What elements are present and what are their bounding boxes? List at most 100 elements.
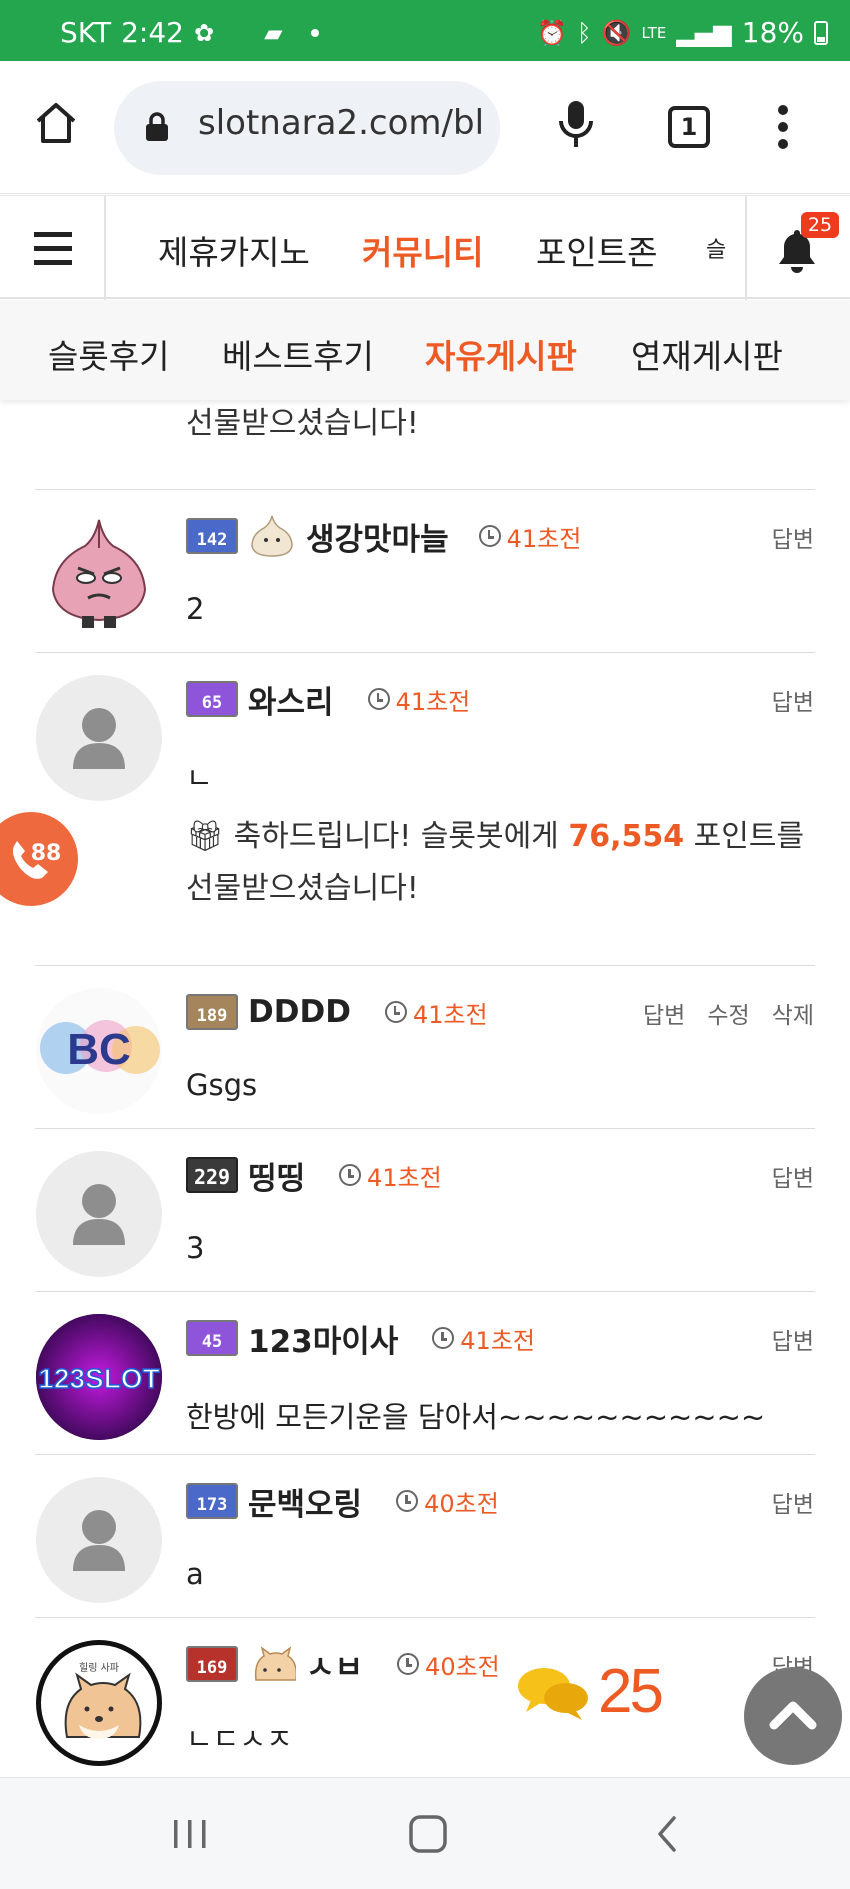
divider — [35, 1617, 815, 1618]
more-vert-icon[interactable] — [776, 104, 790, 150]
avatar[interactable]: BC — [36, 988, 162, 1114]
comment-header: 229 띵띵 41초전 — [186, 1153, 442, 1198]
status-bar-left: SKT 2:42 ✿ ▰ — [60, 16, 319, 49]
tab-free-board[interactable]: 자유게시판 — [425, 330, 577, 378]
comment-body: 한방에 모든기운을 담아서~~~~~~~~~~~ — [186, 1400, 766, 1434]
nav-item-point-zone[interactable]: 포인트존 — [536, 226, 657, 274]
reply-button[interactable]: 답변 — [772, 1159, 814, 1193]
avatar[interactable] — [36, 1477, 162, 1603]
nickname[interactable]: 띵띵 — [248, 1153, 305, 1198]
more-notifications-dot — [310, 28, 319, 37]
comment-actions: 답변 — [772, 683, 814, 717]
avatar[interactable] — [36, 1151, 162, 1277]
comment-body: 2 — [186, 592, 205, 626]
shiba-avatar-image: 힐링 사파 — [64, 1661, 142, 1739]
tab-switcher-button[interactable]: 1 — [668, 106, 710, 148]
timestamp: 40초전 — [397, 1647, 500, 1682]
comment-item: 173 문백오링 40초전 답변 a — [0, 1477, 850, 1617]
avatar[interactable] — [36, 675, 162, 801]
comment-body: a — [186, 1557, 204, 1591]
avatar[interactable] — [36, 512, 162, 638]
divider — [35, 965, 815, 966]
clock-icon — [432, 1327, 455, 1349]
timestamp: 41초전 — [384, 995, 488, 1030]
url-text: slotnara2.com/bl — [198, 103, 485, 143]
default-user-icon — [73, 708, 125, 769]
nav-item-affiliate-casino[interactable]: 제휴카지노 — [158, 226, 310, 274]
main-nav-items: 제휴카지노 커뮤니티 포인트존 슬 — [106, 196, 746, 300]
divider — [35, 1128, 815, 1129]
chat-bubbles-icon — [518, 1667, 588, 1720]
comment-body: ㄴㄷㅅㅈ — [186, 1722, 293, 1756]
avatar[interactable]: 123SLOT — [36, 1314, 162, 1440]
status-bar-right: ⏰ ᛒ 🔇 LTE ▂▄▆ 18% — [537, 16, 828, 49]
comment-item: 142 생강맛마늘 41초전 답변 2 — [0, 512, 850, 652]
comment-count-button[interactable]: 25 — [516, 1656, 664, 1727]
tab-best-reviews[interactable]: 베스트후기 — [222, 330, 374, 378]
back-icon[interactable] — [648, 1814, 688, 1854]
level-badge: 45 — [186, 1320, 238, 1356]
comment-header: 45 123마이사 41초전 — [186, 1316, 535, 1361]
mute-icon: 🔇 — [601, 18, 632, 47]
divider — [35, 652, 815, 653]
comment-header: 189 DDDD 41초전 — [186, 992, 488, 1032]
clock-icon — [367, 688, 390, 710]
comment-item: 65 와스리 41초전 답변 ㄴ 🎁︎ 축하드립니다! 슬롯봇에게 76,554… — [0, 675, 850, 965]
tab-slot-reviews[interactable]: 슬롯후기 — [48, 330, 169, 378]
svg-text:123SLOT: 123SLOT — [38, 1363, 159, 1394]
timestamp: 40초전 — [396, 1484, 499, 1519]
abc-avatar-image: BC — [40, 1020, 160, 1074]
microphone-icon[interactable] — [556, 99, 596, 149]
shiba-nick-icon — [254, 1646, 296, 1681]
nickname[interactable]: 문백오링 — [248, 1479, 362, 1524]
comment-actions: 답변 — [772, 520, 814, 554]
gift-points: 76,554 — [568, 819, 685, 854]
nav-item-community[interactable]: 커뮤니티 — [362, 226, 483, 274]
signal-icon: ▂▄▆ — [676, 18, 732, 47]
comment-actions: 답변 — [772, 1485, 814, 1519]
alarm-icon: ⏰ — [537, 18, 568, 47]
chevron-up-icon — [769, 1701, 817, 1730]
carrier: SKT — [60, 16, 112, 49]
avatar[interactable]: 힐링 사파 — [36, 1640, 162, 1766]
delete-button[interactable]: 삭제 — [772, 996, 814, 1030]
reply-button[interactable]: 답변 — [772, 520, 814, 554]
level-badge: 65 — [186, 681, 238, 717]
comment-body: ㄴ — [186, 761, 213, 795]
clock-icon — [397, 1653, 420, 1675]
nav-item-partial[interactable]: 슬 — [706, 232, 726, 264]
svg-text:BC: BC — [67, 1025, 131, 1074]
scroll-to-top-button[interactable] — [744, 1667, 842, 1765]
call-floating-button[interactable]: 88 — [0, 812, 78, 906]
comment-item: 123SLOT 45 123마이사 41초전 답변 한방에 모든기운을 담아서~… — [0, 1314, 850, 1454]
comment-header: 173 문백오링 40초전 — [186, 1479, 499, 1524]
divider — [35, 1291, 815, 1292]
comment-body: Gsgs — [186, 1068, 258, 1102]
nickname[interactable]: 생강맛마늘 — [306, 514, 449, 559]
level-badge: 169 — [186, 1646, 238, 1682]
home-nav-icon[interactable] — [408, 1814, 448, 1854]
address-bar[interactable]: slotnara2.com/bl — [114, 81, 500, 175]
network-type: LTE — [641, 23, 667, 42]
nickname[interactable]: DDDD — [248, 994, 351, 1030]
reply-button[interactable]: 답변 — [643, 996, 685, 1030]
hamburger-menu-icon[interactable] — [0, 196, 106, 300]
status-bar: SKT 2:42 ✿ ▰ ⏰ ᛒ 🔇 LTE ▂▄▆ 18% — [0, 0, 850, 61]
bluetooth-icon: ᛒ — [577, 18, 592, 47]
reply-button[interactable]: 답변 — [772, 1322, 814, 1356]
tab-serial-board[interactable]: 연재게시판 — [631, 330, 783, 378]
system-navigation-bar — [0, 1777, 850, 1889]
reply-button[interactable]: 답변 — [772, 1485, 814, 1519]
recent-apps-icon[interactable] — [170, 1814, 210, 1854]
divider — [35, 489, 815, 490]
home-icon[interactable] — [32, 99, 80, 147]
nickname[interactable]: ㅅㅂ — [306, 1642, 363, 1687]
reply-button[interactable]: 답변 — [772, 683, 814, 717]
notification-icon: ✿ — [193, 18, 215, 47]
notifications-button[interactable]: 25 — [745, 196, 850, 300]
nickname[interactable]: 123마이사 — [248, 1316, 398, 1361]
timestamp: 41초전 — [339, 1158, 442, 1193]
nickname[interactable]: 와스리 — [248, 677, 334, 722]
comment-item: BC 189 DDDD 41초전 답변 수정 삭제 Gsgs — [0, 988, 850, 1128]
edit-button[interactable]: 수정 — [707, 996, 749, 1030]
